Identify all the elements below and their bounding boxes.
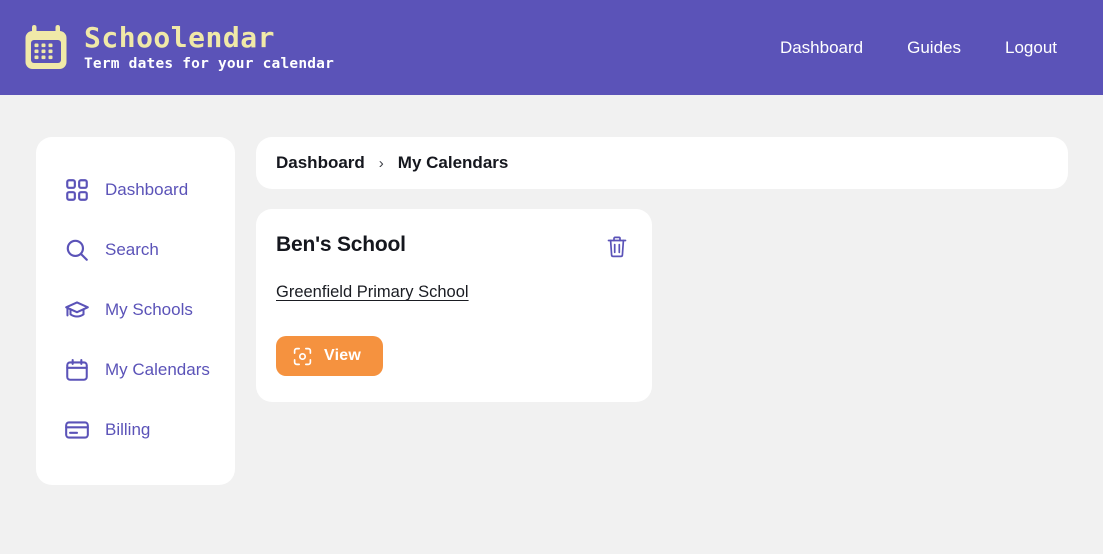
calendar-card: Ben's School Greenfield Primary School (256, 209, 652, 402)
sidebar-item-label: My Schools (105, 300, 193, 320)
sidebar-item-billing[interactable]: Billing (36, 415, 235, 445)
breadcrumb-link-dashboard[interactable]: Dashboard (276, 153, 365, 173)
page-body: Dashboard Search My Schools (0, 95, 1103, 485)
sidebar-item-search[interactable]: Search (36, 235, 235, 265)
breadcrumb-current: My Calendars (398, 153, 509, 173)
breadcrumb: Dashboard › My Calendars (256, 137, 1068, 189)
main-content: Dashboard › My Calendars Ben's School Gr… (256, 137, 1069, 402)
grid-icon (64, 177, 90, 203)
view-button[interactable]: View (276, 336, 383, 376)
view-button-label: View (324, 347, 361, 365)
nav-link-logout[interactable]: Logout (1005, 38, 1057, 58)
nav-link-guides[interactable]: Guides (907, 38, 961, 58)
calendar-icon (22, 23, 70, 73)
brand[interactable]: Schoolendar Term dates for your calendar (22, 23, 334, 73)
credit-card-icon (64, 417, 90, 443)
delete-calendar-button[interactable] (606, 235, 628, 259)
sidebar-item-my-schools[interactable]: My Schools (36, 295, 235, 325)
graduation-cap-icon (64, 297, 90, 323)
sidebar-item-label: Search (105, 240, 159, 260)
scan-circle-icon (292, 346, 313, 367)
app-header: Schoolendar Term dates for your calendar… (0, 0, 1103, 95)
school-link[interactable]: Greenfield Primary School (276, 283, 469, 302)
sidebar: Dashboard Search My Schools (36, 137, 235, 485)
calendar-icon (64, 357, 90, 383)
brand-title: Schoolendar (84, 24, 334, 52)
search-icon (64, 237, 90, 263)
brand-tagline: Term dates for your calendar (84, 57, 334, 72)
sidebar-item-label: Dashboard (105, 180, 188, 200)
sidebar-item-dashboard[interactable]: Dashboard (36, 175, 235, 205)
trash-icon (606, 235, 628, 259)
sidebar-item-label: Billing (105, 420, 150, 440)
header-nav: Dashboard Guides Logout (780, 38, 1079, 58)
sidebar-item-label: My Calendars (105, 360, 210, 380)
sidebar-item-my-calendars[interactable]: My Calendars (36, 355, 235, 385)
calendar-card-header: Ben's School (276, 233, 628, 259)
brand-text: Schoolendar Term dates for your calendar (84, 24, 334, 72)
chevron-right-icon: › (379, 156, 384, 171)
nav-link-dashboard[interactable]: Dashboard (780, 38, 863, 58)
calendar-title: Ben's School (276, 233, 406, 257)
